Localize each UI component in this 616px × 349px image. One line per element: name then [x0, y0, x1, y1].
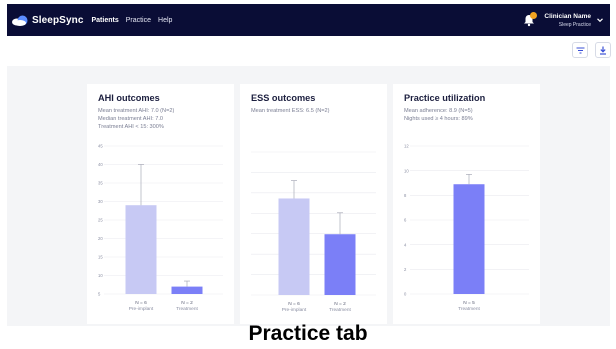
user-menu[interactable]: Clinician Name Sleep Practice	[522, 12, 604, 28]
screenshot: SleepSync Patients Practice Help Clinici…	[0, 0, 616, 349]
y-tick-label: 20	[98, 236, 103, 241]
main-nav: Patients Practice Help	[91, 17, 179, 24]
y-tick-label: 10	[98, 273, 103, 278]
y-tick-label: 2	[404, 267, 407, 272]
x-category-label: Treatment	[458, 306, 480, 312]
ahi-outcomes-card: AHI outcomes Mean treatment AHI: 7.0 (N=…	[87, 84, 234, 324]
ahi-bar-chart: 5 10 15 20 25 30 35 40 45 N = 6Pre-implant N = 2Tr…	[98, 144, 223, 312]
n-label: N = 6	[135, 300, 147, 306]
user-info: Clinician Name Sleep Practice	[544, 13, 591, 28]
ess-bar-chart: N = 6Pre-implant N = 2Treatment	[251, 151, 376, 313]
n-label: N = 6	[288, 301, 300, 307]
notifications-button[interactable]	[522, 12, 538, 27]
x-category-label: Treatment	[176, 306, 198, 312]
nav-item-practice[interactable]: Practice	[126, 17, 151, 24]
y-tick-label: 6	[404, 218, 407, 223]
filter-icon	[576, 47, 584, 53]
chart-bar	[171, 286, 203, 294]
y-tick-label: 12	[404, 144, 409, 149]
y-tick-label: 15	[98, 255, 103, 260]
nav-item-help[interactable]: Help	[158, 17, 172, 24]
n-label: N = 2	[334, 301, 346, 307]
y-tick-label: 25	[98, 218, 103, 223]
user-role: Sleep Practice	[558, 21, 591, 28]
y-tick-label: 30	[98, 199, 103, 204]
ess-outcomes-card: ESS outcomes Mean treatment ESS: 6.5 (N=…	[240, 84, 387, 324]
y-tick-label: 45	[98, 144, 103, 149]
y-tick-label: 5	[98, 292, 101, 297]
filter-button[interactable]	[572, 42, 588, 58]
chevron-down-icon[interactable]	[596, 16, 604, 24]
practice-utilization-card: Practice utilization Mean adherence: 8.9…	[393, 84, 540, 324]
y-tick-label: 40	[98, 162, 103, 167]
x-category-label: Pre-implant	[282, 307, 307, 313]
brand-logo-icon	[12, 15, 28, 26]
chart-bar	[324, 234, 356, 295]
x-category-label: Pre-implant	[129, 306, 154, 312]
utilization-bar-chart: 0 2 4 6 8 10 12 N = 5Treatment	[404, 144, 529, 312]
brand[interactable]: SleepSync	[12, 15, 83, 26]
brand-name: SleepSync	[32, 14, 84, 26]
y-tick-label: 35	[98, 181, 103, 186]
download-icon	[600, 46, 606, 55]
n-label: N = 5	[463, 300, 475, 306]
nav-item-patients[interactable]: Patients	[91, 17, 118, 24]
top-navigation-bar: SleepSync Patients Practice Help Clinici…	[7, 4, 610, 36]
y-tick-label: 0	[404, 292, 407, 297]
user-name: Clinician Name	[544, 12, 591, 20]
x-category-label: Treatment	[329, 307, 351, 313]
figure-caption: Practice tab	[248, 322, 368, 345]
y-tick-label: 8	[404, 193, 407, 198]
y-tick-label: 4	[404, 242, 407, 247]
chart-bar	[125, 205, 157, 294]
n-label: N = 2	[181, 300, 193, 306]
download-button[interactable]	[595, 42, 611, 58]
y-tick-label: 10	[404, 168, 409, 173]
chart-bar	[278, 198, 310, 295]
chart-bar	[453, 184, 485, 294]
